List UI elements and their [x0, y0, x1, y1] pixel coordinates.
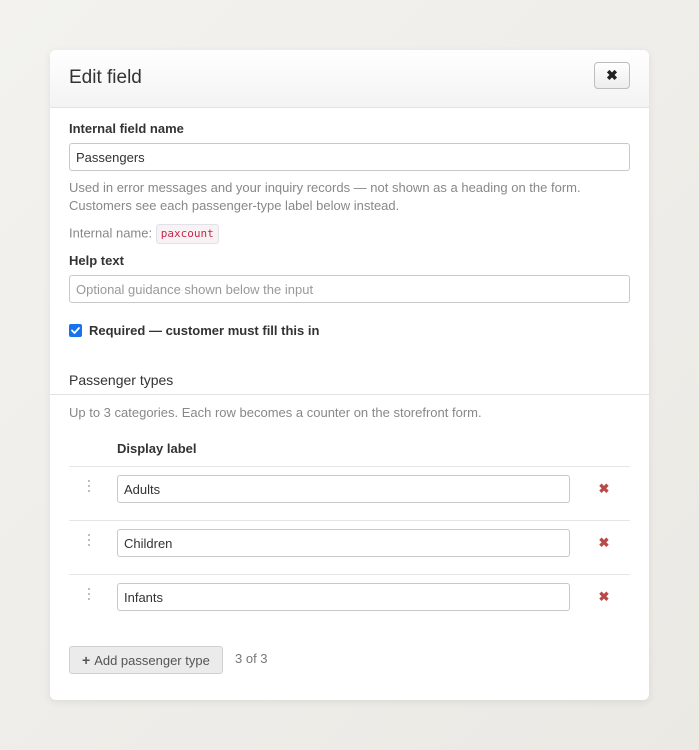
required-label[interactable]: Required — customer must fill this in — [89, 323, 319, 338]
edit-field-modal: Edit field ✖ Internal field name Used in… — [50, 50, 649, 700]
display-label-column-header: Display label — [117, 441, 197, 456]
passenger-types-heading: Passenger types — [69, 372, 174, 388]
field-name-help-line-1: Used in error messages and your inquiry … — [69, 180, 581, 195]
close-button[interactable]: ✖ — [594, 62, 630, 89]
field-name-input[interactable] — [69, 143, 630, 171]
passenger-type-input-adults[interactable] — [117, 475, 570, 503]
drag-handle-icon[interactable] — [86, 588, 92, 600]
close-icon: ✖ — [606, 67, 618, 83]
section-divider — [50, 394, 649, 395]
passenger-type-count: 3 of 3 — [235, 651, 268, 666]
internal-name-label: Internal name: — [69, 225, 153, 241]
add-passenger-type-label: Add passenger type — [94, 652, 210, 668]
internal-name-code: paxcount — [155, 224, 219, 244]
passenger-type-input-children[interactable] — [117, 529, 570, 557]
remove-icon[interactable]: ✖ — [596, 535, 612, 551]
checkmark-icon — [71, 327, 80, 334]
plus-icon: + — [82, 652, 91, 668]
field-name-help-line-2: Customers see each passenger-type label … — [69, 198, 400, 213]
row-divider — [69, 574, 630, 575]
drag-handle-icon[interactable] — [86, 480, 92, 492]
drag-handle-icon[interactable] — [86, 534, 92, 546]
row-divider — [69, 520, 630, 521]
help-text-label: Help text — [69, 253, 124, 268]
add-passenger-type-button[interactable]: + Add passenger type — [69, 646, 223, 674]
field-name-label: Internal field name — [69, 121, 184, 136]
passenger-types-description: Up to 3 categories. Each row becomes a c… — [69, 405, 482, 420]
modal-header: Edit field ✖ — [50, 50, 649, 108]
modal-title: Edit field — [69, 67, 142, 88]
row-divider — [69, 466, 630, 467]
help-text-input[interactable] — [69, 275, 630, 303]
internal-name-row: Internal name: paxcount — [69, 224, 219, 244]
passenger-type-input-infants[interactable] — [117, 583, 570, 611]
required-checkbox[interactable] — [69, 324, 82, 337]
remove-icon[interactable]: ✖ — [596, 589, 612, 605]
remove-icon[interactable]: ✖ — [596, 481, 612, 497]
